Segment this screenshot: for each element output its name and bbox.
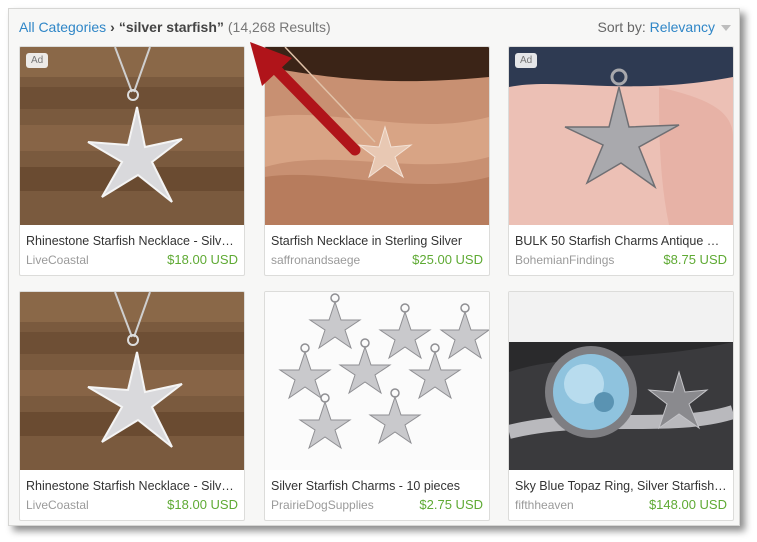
listing-card[interactable]: Sky Blue Topaz Ring, Silver Starfish Rin… [508,291,734,521]
listing-title[interactable]: BULK 50 Starfish Charms Antique Silver [515,234,727,248]
breadcrumb-separator: › [110,19,115,35]
shop-name[interactable]: fifthheaven [515,498,574,512]
listing-image[interactable] [265,292,489,470]
listing-price: $8.75 USD [663,252,727,267]
chevron-down-icon[interactable] [721,25,731,32]
shop-name[interactable]: BohemianFindings [515,253,614,267]
shop-name[interactable]: PrairieDogSupplies [271,498,374,512]
ad-badge: Ad [26,53,49,68]
listing-title[interactable]: Sky Blue Topaz Ring, Silver Starfish Rin… [515,479,727,493]
listing-image[interactable] [20,292,244,470]
breadcrumb: All Categories › “silver starfish” (14,268 … [19,19,331,35]
sort-dropdown[interactable]: Relevancy [650,19,715,35]
listing-card[interactable]: Ad BULK 50 Starfish Charms Antique Silve… [508,46,734,276]
sort-label: Sort by: [597,19,646,35]
listing-price: $25.00 USD [412,252,483,267]
listing-image[interactable] [265,47,489,225]
listing-card[interactable]: Ad Rhinestone Starfish Necklace - Silver… [19,46,245,276]
listing-price: $148.00 USD [648,497,727,512]
search-results-panel: All Categories › “silver starfish” (14,268 … [8,8,740,526]
ad-badge: Ad [515,53,538,68]
listing-card[interactable]: Starfish Necklace in Sterling Silver saf… [264,46,490,276]
listing-card[interactable]: Silver Starfish Charms - 10 pieces Prair… [264,291,490,521]
listing-title[interactable]: Rhinestone Starfish Necklace - Silver... [26,234,238,248]
listing-price: $2.75 USD [419,497,483,512]
listing-title[interactable]: Rhinestone Starfish Necklace - Silver... [26,479,238,493]
search-query: “silver starfish” [118,19,224,35]
sort-control: Sort by: Relevancy [597,19,731,35]
listing-card[interactable]: Rhinestone Starfish Necklace - Silver...… [19,291,245,521]
listing-image[interactable] [20,47,244,225]
shop-name[interactable]: LiveCoastal [26,498,89,512]
listing-title[interactable]: Starfish Necklace in Sterling Silver [271,234,483,248]
listing-price: $18.00 USD [167,497,238,512]
breadcrumb-all-categories-link[interactable]: All Categories [19,19,106,35]
listing-title[interactable]: Silver Starfish Charms - 10 pieces [271,479,483,493]
listing-price: $18.00 USD [167,252,238,267]
results-header: All Categories › “silver starfish” (14,268 … [19,17,731,39]
listing-image[interactable] [509,47,733,225]
shop-name[interactable]: saffronandsaege [271,253,360,267]
listing-image[interactable] [509,292,733,470]
shop-name[interactable]: LiveCoastal [26,253,89,267]
results-count: (14,268 Results) [227,19,331,35]
